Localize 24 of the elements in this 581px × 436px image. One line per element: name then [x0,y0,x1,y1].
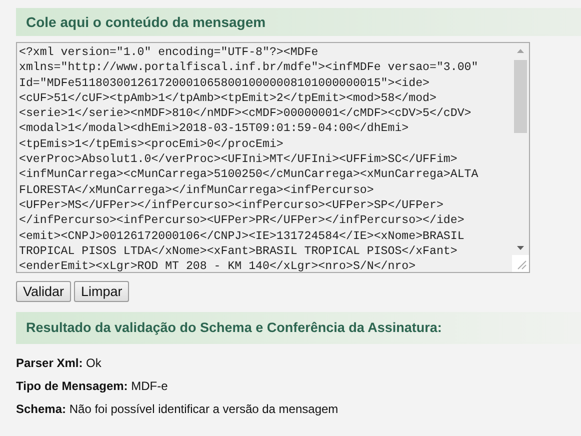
xml-text-line: <modal>1</modal><dhEmi>2018-03-15T09:01:59-04:00</dhEmi> [19,121,409,137]
resize-grip-icon[interactable] [512,255,529,272]
xml-text-line: FLORESTA</xMunCarrega></infMunCarrega><infPercurso> [19,182,374,198]
xml-text-line: <cUF>51</cUF><tpAmb>1</tpAmb><tpEmit>2</tpEmit><mod>58</mod> [19,90,436,106]
xml-text-line: <verProc>Absolut1.0</verProc><UFIni>MT</UFIni><UFFim>SC</UFFim> [19,152,458,168]
xml-text-line: </infPercurso><infPercurso><UFPer>PR</UFPer></infPercurso></ide> [19,213,464,229]
xml-text-line: TROPICAL PISOS LTDA</xNome><xFant>BRASIL TROPICAL PISOS</xFant> [19,244,458,260]
xml-input-field[interactable] [16,42,530,273]
xml-text-line: xmlns="http://www.portalfiscal.inf.br/mdfe"><infMDFe versao="3.00" [19,60,478,76]
result-text: Schema: Não foi possível identificar a versão da mensagem [16,402,338,417]
result-text: Parser Xml: Ok [16,356,102,371]
action-button[interactable]: Validar [16,281,72,302]
xml-text-line: Id="MDFe51180300126172000106580010000008101000000015"><ide> [19,76,430,91]
xml-text-line: <UFPer>MS</UFPer></infPercurso><infPercurso><UFPer>SP</UFPer> [19,198,444,214]
xml-text-line: <tpEmis>1</tpEmis><procEmi>0</procEmi> [19,136,284,152]
section-title: Cole aqui o conteúdo da mensagem [26,12,266,32]
xml-text-line: <?xml version="1.0" encoding="UTF-8"?><MDFe [19,45,318,60]
xml-text-line: <enderEmit><xLgr>ROD MT 208 - KM 140</xLgr><nro>S/N</nro> [19,259,416,272]
action-button[interactable]: Limpar [74,281,130,302]
xml-text-line: <infMunCarrega><cMunCarrega>5100250</cMunCarrega><xMunCarrega>ALTA [19,167,478,183]
result-text: Tipo de Mensagem: MDF-e [16,379,168,394]
section-title: Resultado da validação do Schema e Conferência da Assinatura: [26,318,442,337]
xml-text-line: <emit><CNPJ>00126172000106</CNPJ><IE>131724584</IE><xNome>BRASIL [19,228,464,244]
xml-text-line: <serie>1</serie><nMDF>810</nMDF><cMDF>00000001</cMDF><cDV>5</cDV> [19,106,472,122]
